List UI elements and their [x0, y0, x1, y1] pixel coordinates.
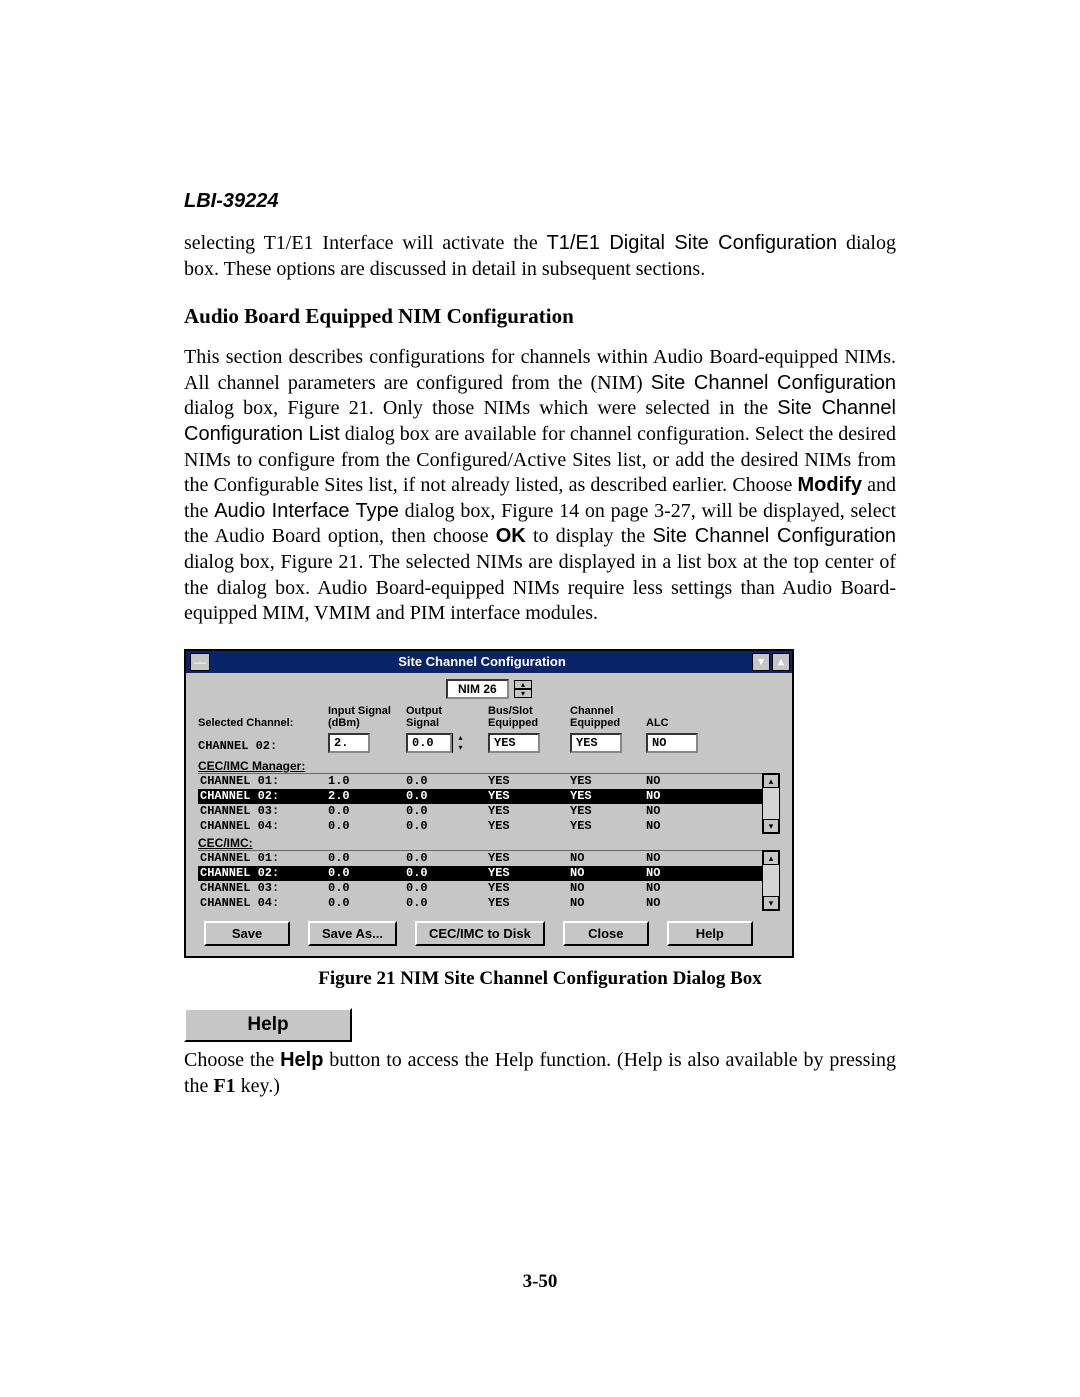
input-signal-field[interactable]: 2. [328, 733, 370, 753]
scroll-down-icon[interactable]: ▾ [763, 896, 779, 910]
p1-sans4: Site Channel Configuration [652, 525, 896, 547]
bus-slot-field[interactable]: YES [488, 733, 540, 753]
dialog-title: Site Channel Configuration [214, 654, 750, 669]
intro-paragraph: selecting T1/E1 Interface will activate … [184, 231, 896, 282]
chevron-down-icon[interactable]: ▾ [453, 743, 468, 753]
save-button[interactable]: Save [204, 921, 290, 946]
section-heading: Audio Board Equipped NIM Configuration [184, 304, 896, 329]
output-spinner[interactable]: ▴▾ [452, 733, 468, 753]
chevron-up-icon[interactable]: ▴ [453, 733, 468, 743]
cecimc-label: CEC/IMC: [198, 836, 780, 850]
hdr-alc: ALC [646, 717, 716, 729]
manager-listbox[interactable]: CHANNEL 01:1.00.0YESYESNOCHANNEL 02:2.00… [198, 773, 780, 834]
help-key: F1 [213, 1075, 235, 1097]
selected-channel-label: CHANNEL 02: [198, 739, 328, 753]
scroll-up-icon[interactable]: ▴ [763, 851, 779, 865]
scroll-track[interactable] [763, 865, 779, 896]
intro-pre: selecting T1/E1 Interface will activate … [184, 232, 547, 254]
list-row[interactable]: CHANNEL 01:1.00.0YESYESNO [198, 774, 762, 789]
p1-ok: OK [496, 525, 526, 547]
hdr-output: Output Signal [406, 705, 488, 729]
list-row[interactable]: CHANNEL 04:0.00.0YESNONO [198, 896, 762, 911]
scroll-up-icon[interactable]: ▴ [763, 774, 779, 788]
document-id: LBI-39224 [184, 190, 896, 213]
intro-sans-1: T1/E1 Digital Site Configuration [547, 232, 838, 254]
output-signal-field[interactable]: 0.0 [406, 733, 452, 753]
page-number: 3-50 [0, 1271, 1080, 1293]
cecimc-manager-label: CEC/IMC Manager: [198, 759, 780, 773]
help-bold: Help [280, 1049, 323, 1071]
list-row[interactable]: CHANNEL 01:0.00.0YESNONO [198, 851, 762, 866]
scrollbar[interactable]: ▴ ▾ [762, 850, 780, 911]
list-row[interactable]: CHANNEL 03:0.00.0YESNONO [198, 881, 762, 896]
nim-spinner[interactable]: ▴ ▾ [514, 680, 532, 698]
dialog-titlebar: — Site Channel Configuration ▾ ▴ [186, 651, 792, 673]
cecimc-listbox[interactable]: CHANNEL 01:0.00.0YESNONOCHANNEL 02:0.00.… [198, 850, 780, 911]
minimize-icon[interactable]: ▾ [752, 653, 770, 671]
list-row[interactable]: CHANNEL 03:0.00.0YESYESNO [198, 804, 762, 819]
hdr-input: Input Signal (dBm) [328, 705, 406, 729]
channel-equipped-field[interactable]: YES [570, 733, 622, 753]
p1f: to display the [526, 525, 653, 547]
maximize-icon[interactable]: ▴ [772, 653, 790, 671]
p1g: dialog box, Figure 21. The selected NIMs… [184, 551, 896, 624]
p1-sans3: Audio Interface Type [214, 500, 399, 522]
list-row[interactable]: CHANNEL 02:2.00.0YESYESNO [198, 789, 762, 804]
save-as-button[interactable]: Save As... [308, 921, 397, 946]
help-paragraph: Choose the Help button to access the Hel… [184, 1048, 896, 1099]
help-button-illustration: Help [184, 1008, 352, 1042]
list-row[interactable]: CHANNEL 02:0.00.0YESNONO [198, 866, 762, 881]
p1-sans1: Site Channel Configuration [651, 372, 896, 394]
alc-field[interactable]: NO [646, 733, 698, 753]
hdr-channel: Channel Equipped [570, 705, 646, 729]
nim-selector[interactable]: NIM 26 [446, 679, 509, 699]
body-paragraph: This section describes configurations fo… [184, 345, 896, 627]
list-row[interactable]: CHANNEL 04:0.00.0YESYESNO [198, 819, 762, 834]
help-a: Choose the [184, 1049, 280, 1071]
hdr-bus: Bus/Slot Equipped [488, 705, 570, 729]
help-button-dialog[interactable]: Help [667, 921, 753, 946]
scroll-down-icon[interactable]: ▾ [763, 819, 779, 833]
p1b: dialog box, Figure 21. Only those NIMs w… [184, 397, 777, 419]
help-c: key.) [236, 1075, 280, 1097]
scrollbar[interactable]: ▴ ▾ [762, 773, 780, 834]
site-channel-config-dialog: — Site Channel Configuration ▾ ▴ NIM 26 … [184, 649, 794, 958]
spinner-up-icon[interactable]: ▴ [514, 680, 532, 689]
close-button[interactable]: Close [563, 921, 649, 946]
p1-modify: Modify [798, 474, 862, 496]
system-menu-icon[interactable]: — [190, 653, 210, 671]
spinner-down-icon[interactable]: ▾ [514, 689, 532, 698]
hdr-selected: Selected Channel: [198, 717, 328, 729]
cecimc-to-disk-button[interactable]: CEC/IMC to Disk [415, 921, 545, 946]
figure-caption: Figure 21 NIM Site Channel Configuration… [184, 968, 896, 990]
scroll-track[interactable] [763, 788, 779, 819]
